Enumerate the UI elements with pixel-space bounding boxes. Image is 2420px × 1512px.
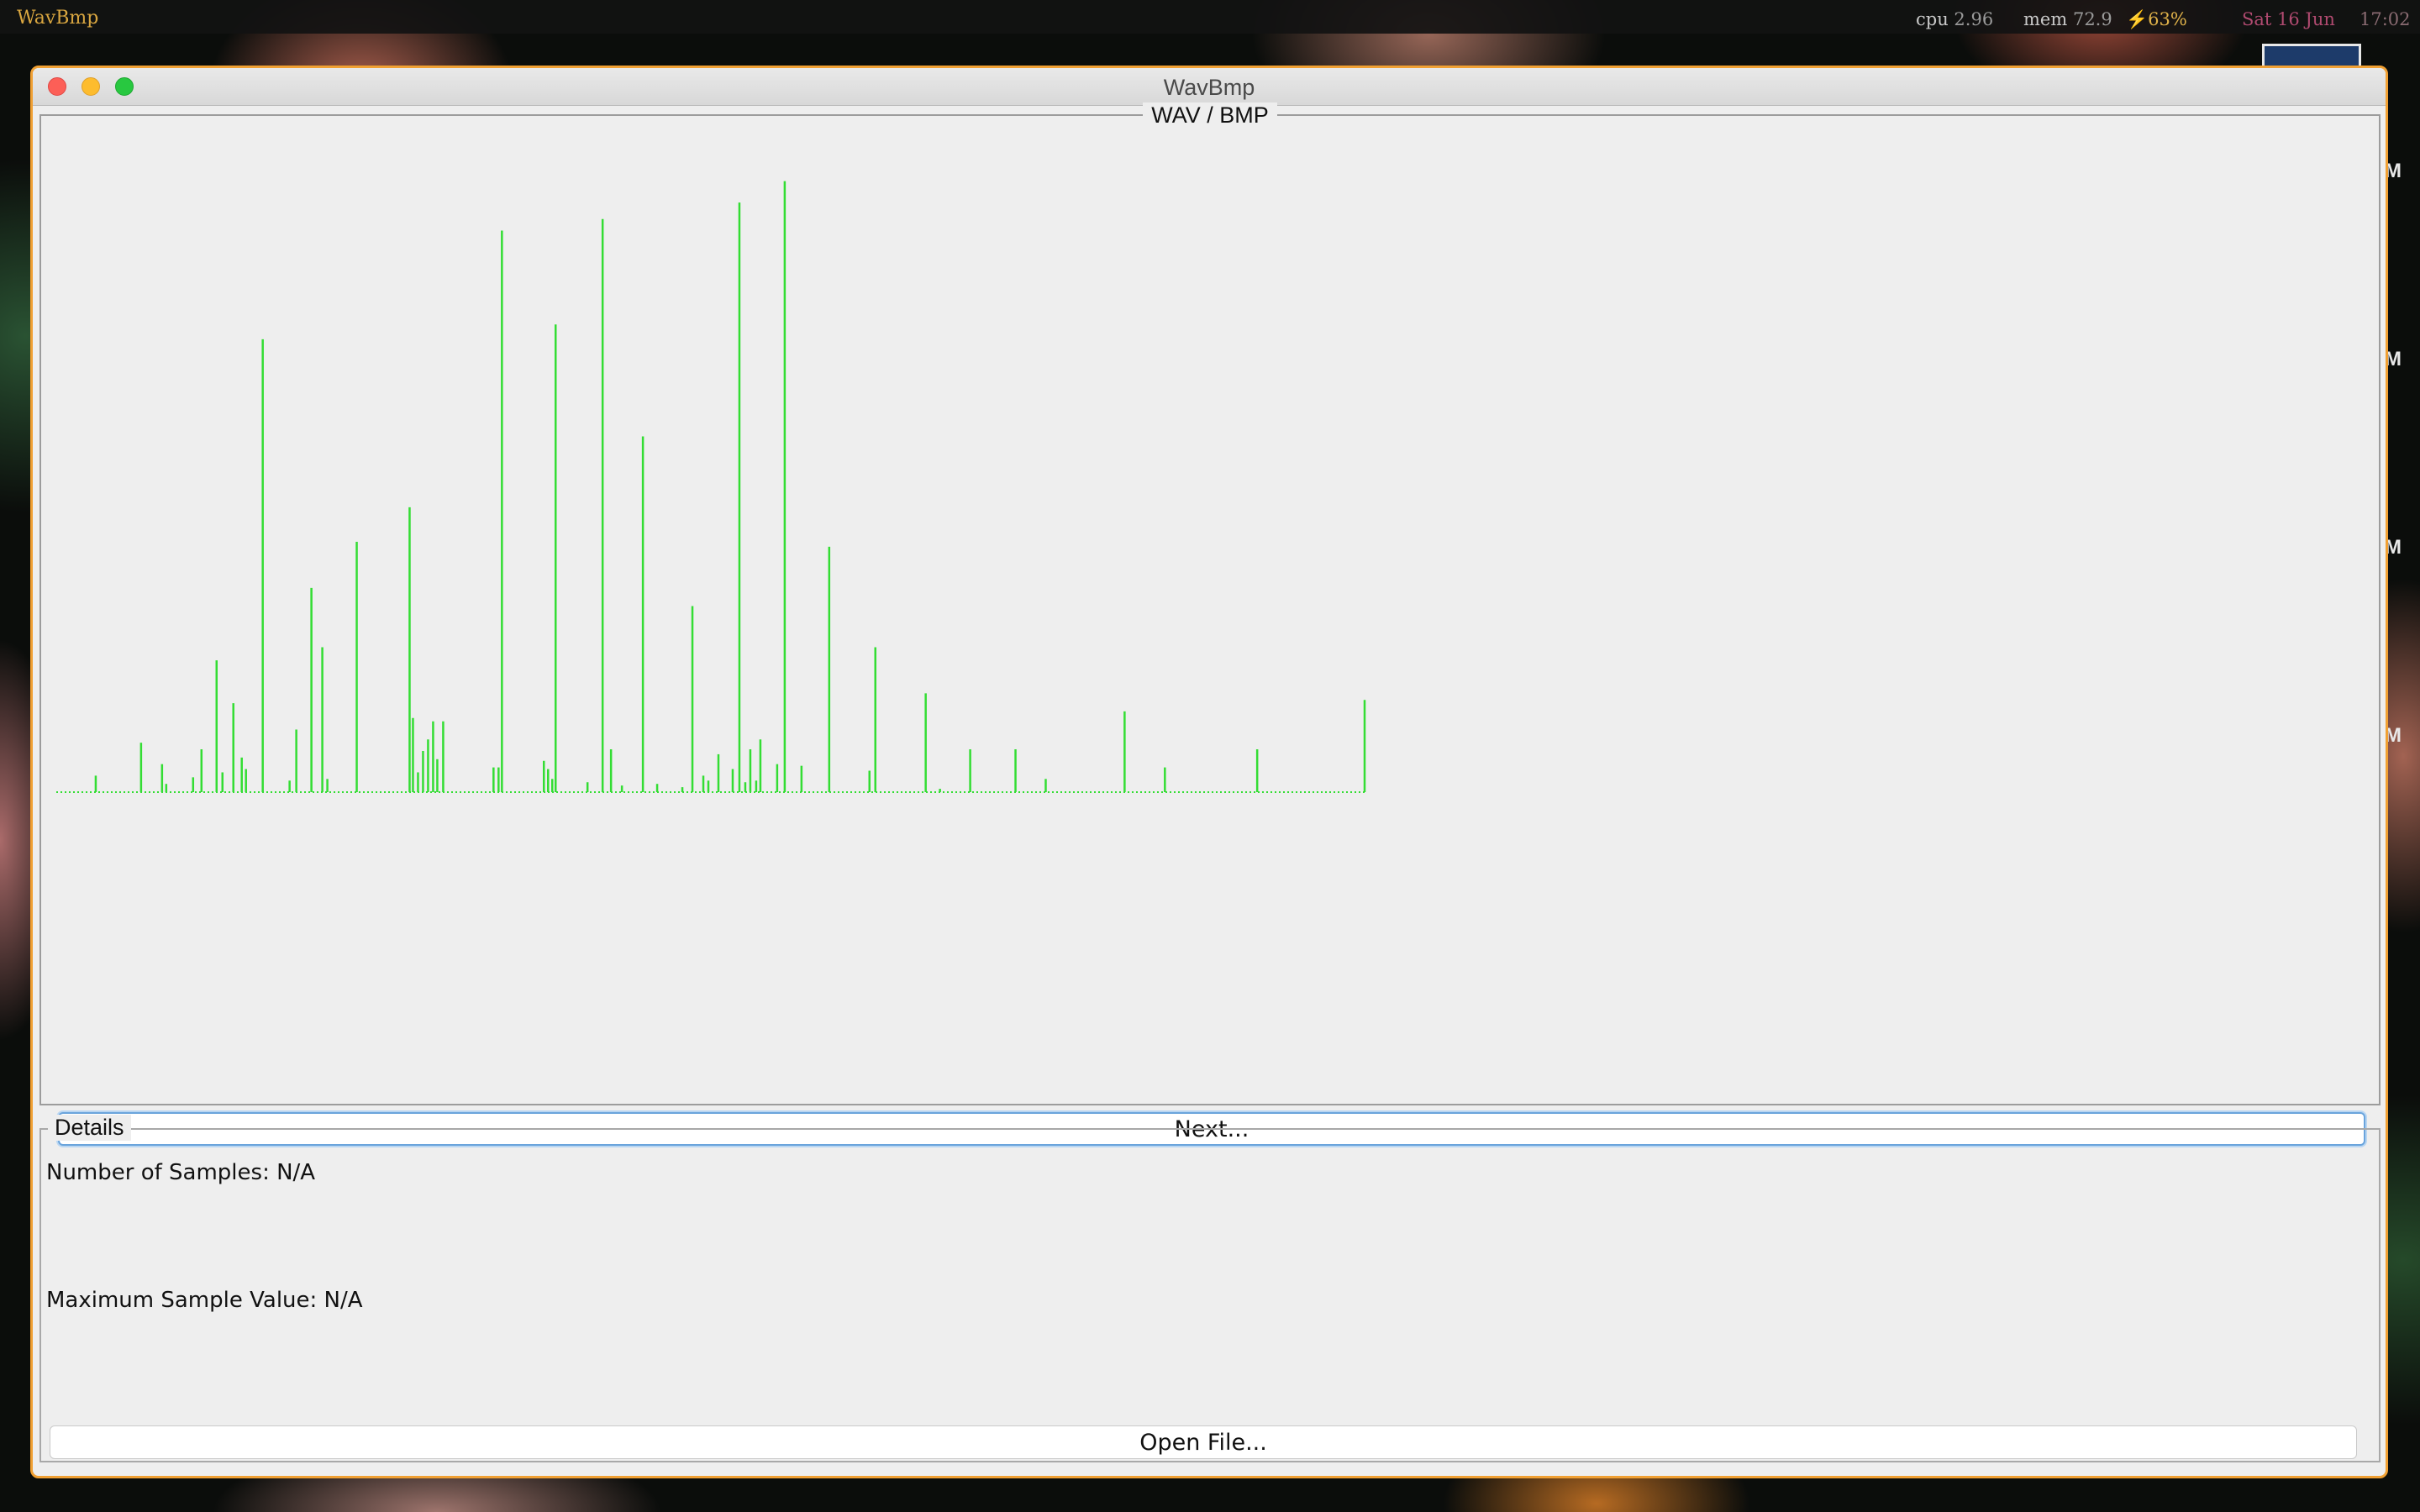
menu-date: Sat 16 Jun <box>2242 9 2335 29</box>
details-panel-title: Details <box>48 1115 131 1141</box>
waveform-panel-title: WAV / BMP <box>1143 102 1277 128</box>
cpu-indicator: cpu 2.96 <box>1916 9 1993 29</box>
waveform-plot <box>56 181 1366 793</box>
menu-bar: WavBmp cpu 2.96 mem 72.9 ⚡63% Sat 16 Jun… <box>0 0 2420 34</box>
mem-label: mem <box>2023 9 2068 29</box>
details-panel: Details Number of Samples: N/A Maximum S… <box>39 1115 2381 1462</box>
battery-indicator: ⚡63% <box>2126 9 2187 29</box>
number-of-samples-label: Number of Samples: N/A <box>46 1160 316 1185</box>
side-label: M <box>2385 724 2402 747</box>
title-bar[interactable]: WavBmp <box>33 68 2386 106</box>
waveform-panel: WAV / BMP Next... <box>39 102 2381 1146</box>
open-file-button[interactable]: Open File... <box>50 1425 2357 1459</box>
side-label: M <box>2385 536 2402 559</box>
window-title: WavBmp <box>1163 75 1255 100</box>
desktop-wallpaper: WavBmp cpu 2.96 mem 72.9 ⚡63% Sat 16 Jun… <box>0 0 2420 1512</box>
cpu-label: cpu <box>1916 9 1949 29</box>
mem-value: 72.9 <box>2072 9 2112 29</box>
waveform-bars <box>56 181 1366 793</box>
maximum-sample-value-label: Maximum Sample Value: N/A <box>46 1288 363 1313</box>
side-label: M <box>2385 160 2402 182</box>
menu-clock: 17:02 <box>2360 9 2411 29</box>
side-label: M <box>2385 348 2402 370</box>
cpu-value: 2.96 <box>1954 9 1994 29</box>
app-window: WavBmp WAV / BMP Next... Details Number … <box>30 66 2388 1478</box>
waveform-panel-legend: WAV / BMP <box>41 102 2379 128</box>
memory-indicator: mem 72.9 <box>2023 9 2112 29</box>
menu-app-name[interactable]: WavBmp <box>17 8 98 29</box>
